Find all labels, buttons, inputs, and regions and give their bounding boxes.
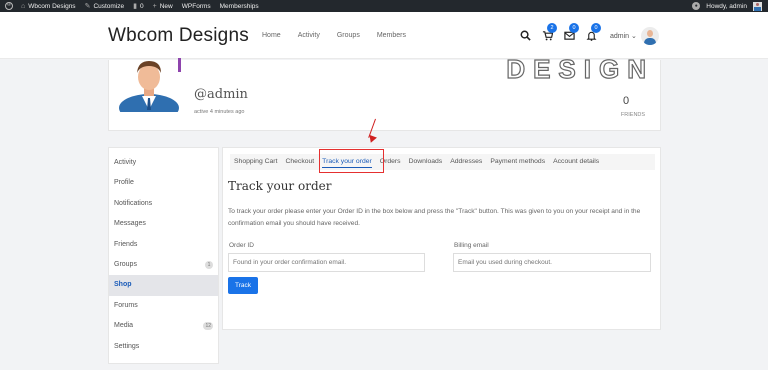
friends-count[interactable]: 0 bbox=[611, 95, 641, 107]
tab-downloads[interactable]: Downloads bbox=[405, 154, 447, 170]
friends-label: FRIENDS bbox=[620, 112, 646, 118]
admin-bar-memberships[interactable]: Memberships bbox=[220, 3, 259, 10]
billing-email-label: Billing email bbox=[454, 242, 489, 249]
order-id-label: Order ID bbox=[229, 242, 254, 249]
billing-email-input[interactable] bbox=[453, 253, 651, 272]
admin-bar: W ⌂ Wbcom Designs ✎ Customize ▮ 0 + New … bbox=[0, 0, 768, 12]
track-button[interactable]: Track bbox=[228, 277, 258, 294]
header-avatar[interactable] bbox=[641, 27, 659, 45]
sidebar-item-activity[interactable]: Activity bbox=[109, 153, 218, 173]
sidebar-item-settings[interactable]: Settings bbox=[109, 337, 218, 357]
track-order-description: To track your order please enter your Or… bbox=[228, 208, 641, 227]
main-nav: Home Activity Groups Members bbox=[262, 32, 423, 39]
plus-icon: + bbox=[152, 2, 157, 10]
profile-sidebar-nav: Activity Profile Notifications Messages … bbox=[108, 147, 219, 364]
cart-icon[interactable]: 2 bbox=[541, 23, 557, 42]
sidebar-item-messages[interactable]: Messages bbox=[109, 214, 218, 234]
sidebar-item-profile[interactable]: Profile bbox=[109, 173, 218, 193]
brush-icon: ✎ bbox=[84, 3, 91, 10]
media-count-badge: 12 bbox=[203, 322, 213, 331]
groups-count-badge: 1 bbox=[205, 260, 213, 269]
bell-icon[interactable]: 0 bbox=[585, 23, 601, 42]
nav-groups[interactable]: Groups bbox=[337, 32, 360, 39]
member-type-flag-icon bbox=[178, 58, 181, 72]
nav-activity[interactable]: Activity bbox=[298, 32, 320, 39]
profile-username: @admin bbox=[194, 87, 248, 102]
sidebar-item-forums[interactable]: Forums bbox=[109, 296, 218, 316]
comment-icon: ▮ bbox=[133, 3, 138, 10]
sidebar-item-media[interactable]: Media 12 bbox=[109, 316, 218, 336]
user-menu[interactable]: admin ⌄ bbox=[610, 32, 637, 40]
tab-shopping-cart[interactable]: Shopping Cart bbox=[230, 154, 281, 170]
sidebar-item-shop[interactable]: Shop bbox=[109, 275, 218, 296]
admin-bar-howdy[interactable]: Howdy, admin bbox=[706, 3, 747, 10]
tab-payment-methods[interactable]: Payment methods bbox=[486, 154, 549, 170]
nav-members[interactable]: Members bbox=[377, 32, 406, 39]
annotation-arrow-head-icon bbox=[367, 134, 377, 145]
order-id-input[interactable] bbox=[228, 253, 425, 272]
profile-header: DESIGN @admin active 4 minutes ago 0 FRI… bbox=[108, 53, 661, 131]
cart-badge: 2 bbox=[547, 23, 557, 33]
search-icon[interactable] bbox=[519, 30, 531, 42]
sidebar-item-groups[interactable]: Groups 1 bbox=[109, 255, 218, 275]
shop-tabs: Shopping Cart Checkout Track your order … bbox=[230, 154, 655, 170]
cover-image-text: DESIGN bbox=[506, 53, 654, 84]
last-active: active 4 minutes ago bbox=[194, 109, 245, 115]
shop-content: Shopping Cart Checkout Track your order … bbox=[222, 147, 661, 330]
tab-addresses[interactable]: Addresses bbox=[446, 154, 486, 170]
sidebar-item-friends[interactable]: Friends bbox=[109, 235, 218, 255]
sidebar-item-notifications[interactable]: Notifications bbox=[109, 194, 218, 214]
admin-bar-customize[interactable]: ✎ Customize bbox=[84, 2, 125, 11]
page-title: Track your order bbox=[228, 179, 332, 193]
home-icon: ⌂ bbox=[21, 2, 26, 10]
profile-avatar[interactable] bbox=[118, 56, 180, 112]
nav-home[interactable]: Home bbox=[262, 32, 281, 39]
annotation-highlight-box bbox=[319, 149, 384, 173]
admin-bar-avatar[interactable] bbox=[753, 1, 762, 11]
wordpress-logo-icon[interactable]: W bbox=[5, 2, 13, 10]
messages-icon[interactable]: 0 bbox=[563, 23, 579, 42]
tab-account-details[interactable]: Account details bbox=[549, 154, 603, 170]
info-icon[interactable]: ● bbox=[692, 2, 701, 10]
admin-bar-comments[interactable]: ▮ 0 bbox=[133, 2, 143, 11]
messages-badge: 0 bbox=[569, 23, 579, 33]
notifications-badge: 0 bbox=[591, 23, 601, 33]
admin-bar-site-name[interactable]: ⌂ Wbcom Designs bbox=[21, 3, 76, 10]
tab-checkout[interactable]: Checkout bbox=[281, 154, 318, 170]
admin-bar-wpforms[interactable]: WPForms bbox=[182, 3, 211, 10]
site-header: Wbcom Designs Home Activity Groups Membe… bbox=[0, 12, 768, 59]
site-title[interactable]: Wbcom Designs bbox=[108, 25, 249, 47]
admin-bar-new[interactable]: + New bbox=[153, 3, 173, 10]
